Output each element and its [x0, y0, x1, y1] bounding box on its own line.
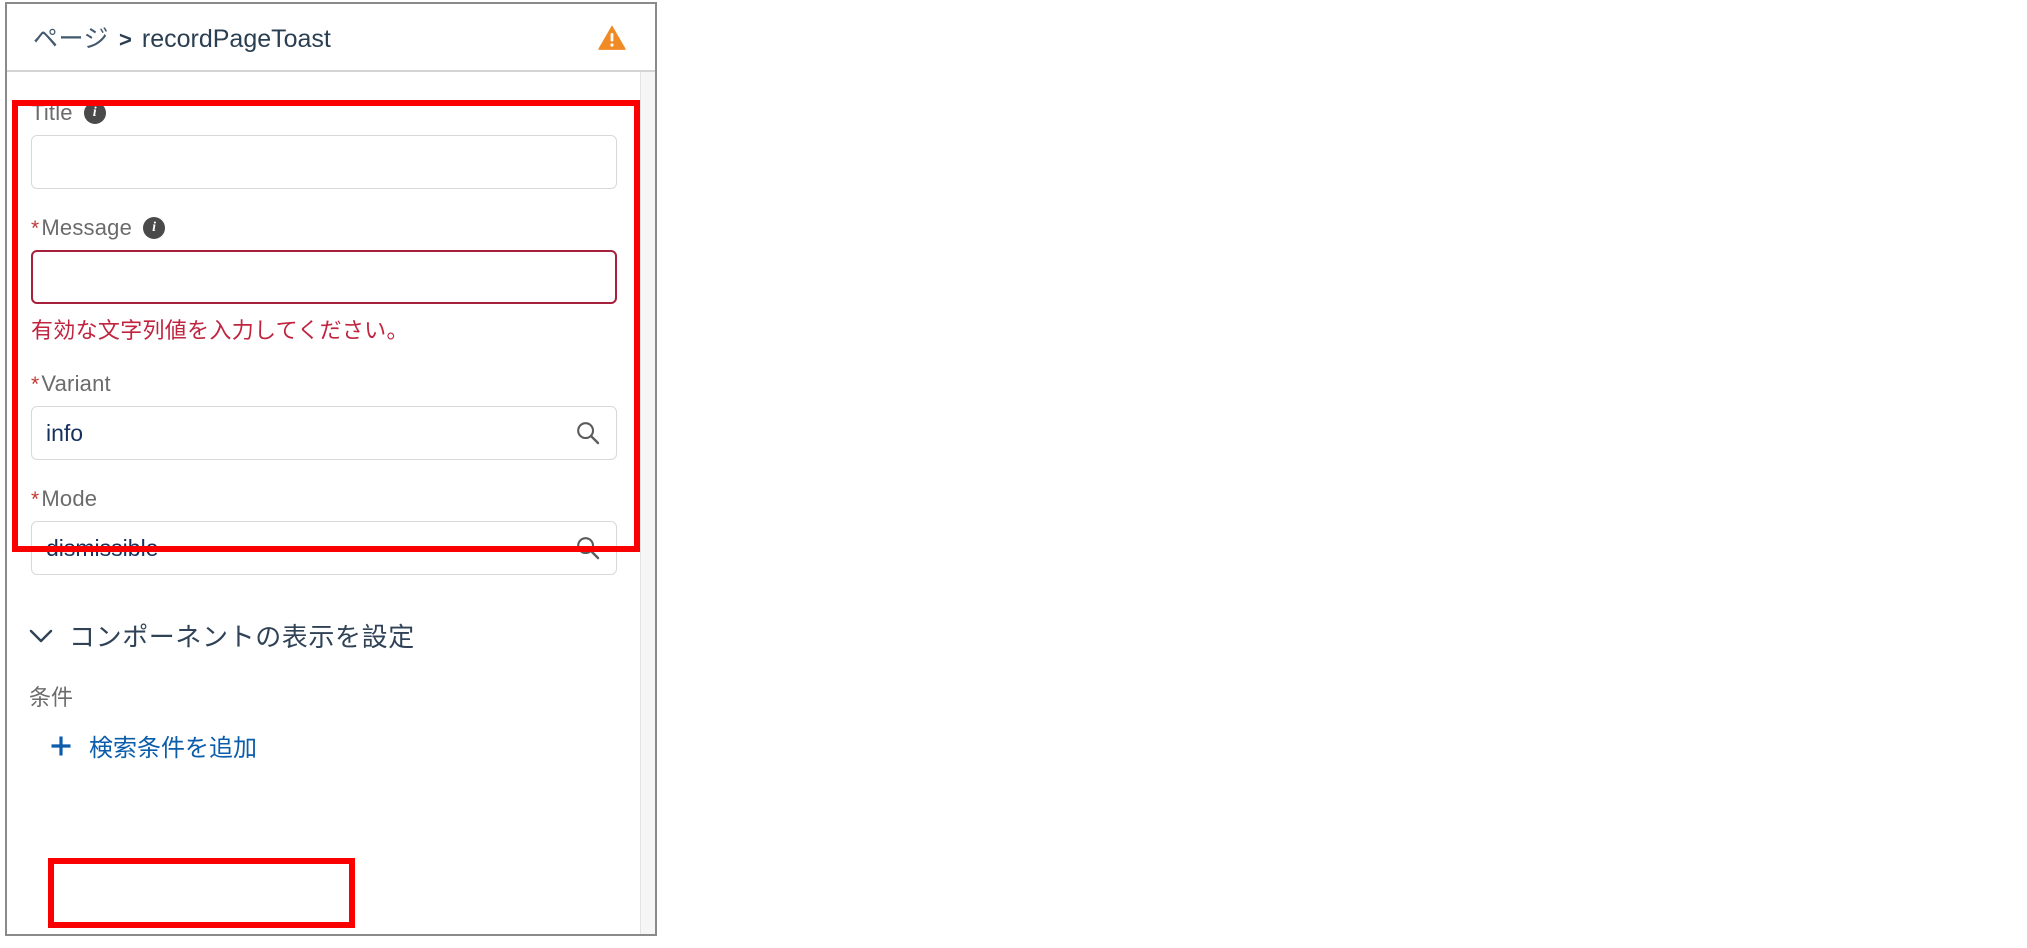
field-mode-label-row: *Mode [31, 486, 617, 512]
property-panel: ページ > recordPageToast Title i *Message i… [5, 2, 657, 936]
field-variant: *Variant [31, 371, 617, 460]
breadcrumb-parent-link[interactable]: ページ [33, 19, 109, 55]
component-visibility-section-header[interactable]: コンポーネントの表示を設定 [29, 617, 415, 654]
field-title-label: Title [31, 100, 73, 125]
plus-icon [51, 736, 71, 755]
condition-label: 条件 [29, 685, 74, 710]
field-mode-label: *Mode [31, 486, 97, 512]
message-error-text: 有効な文字列値を入力してください。 [31, 318, 409, 343]
search-icon[interactable] [575, 420, 601, 446]
breadcrumb-current-item: recordPageToast [141, 25, 331, 53]
variant-input[interactable] [31, 406, 617, 460]
add-filter-label: 検索条件を追加 [89, 735, 257, 762]
message-input[interactable] [31, 250, 617, 304]
required-marker: * [31, 488, 40, 511]
title-input[interactable] [31, 135, 617, 189]
mode-combobox[interactable] [31, 521, 617, 575]
breadcrumb-bar: ページ > recordPageToast [7, 4, 655, 72]
field-variant-label-text: Variant [41, 371, 111, 396]
info-icon[interactable]: i [143, 217, 166, 239]
field-title: Title i [31, 100, 617, 189]
required-marker: * [31, 217, 40, 240]
field-message-label-row: *Message i [31, 215, 617, 241]
component-visibility-section-title: コンポーネントの表示を設定 [69, 622, 415, 652]
field-message-label: *Message [31, 215, 132, 241]
mode-input[interactable] [31, 521, 617, 575]
field-variant-label: *Variant [31, 371, 111, 397]
required-marker: * [31, 373, 40, 396]
breadcrumb-separator: > [119, 27, 132, 52]
info-icon[interactable]: i [83, 102, 106, 124]
screenshot-root: ページ > recordPageToast Title i *Message i… [0, 0, 2027, 948]
field-message-label-text: Message [41, 215, 133, 240]
add-filter-button[interactable]: 検索条件を追加 [49, 728, 257, 763]
component-properties-form: Title i *Message i 有効な文字列値を入力してください。 *Va… [7, 100, 643, 575]
field-title-label-row: Title i [31, 100, 617, 126]
warning-triangle-icon[interactable] [597, 23, 627, 51]
variant-combobox[interactable] [31, 406, 617, 460]
panel-body: Title i *Message i 有効な文字列値を入力してください。 *Va… [7, 72, 655, 934]
field-mode-label-text: Mode [41, 486, 98, 511]
field-mode: *Mode [31, 486, 617, 575]
field-variant-label-row: *Variant [31, 371, 617, 397]
search-icon[interactable] [575, 535, 601, 561]
field-message: *Message i 有効な文字列値を入力してください。 [31, 215, 617, 345]
breadcrumb: ページ > recordPageToast [33, 19, 597, 55]
chevron-down-icon[interactable] [29, 628, 53, 644]
